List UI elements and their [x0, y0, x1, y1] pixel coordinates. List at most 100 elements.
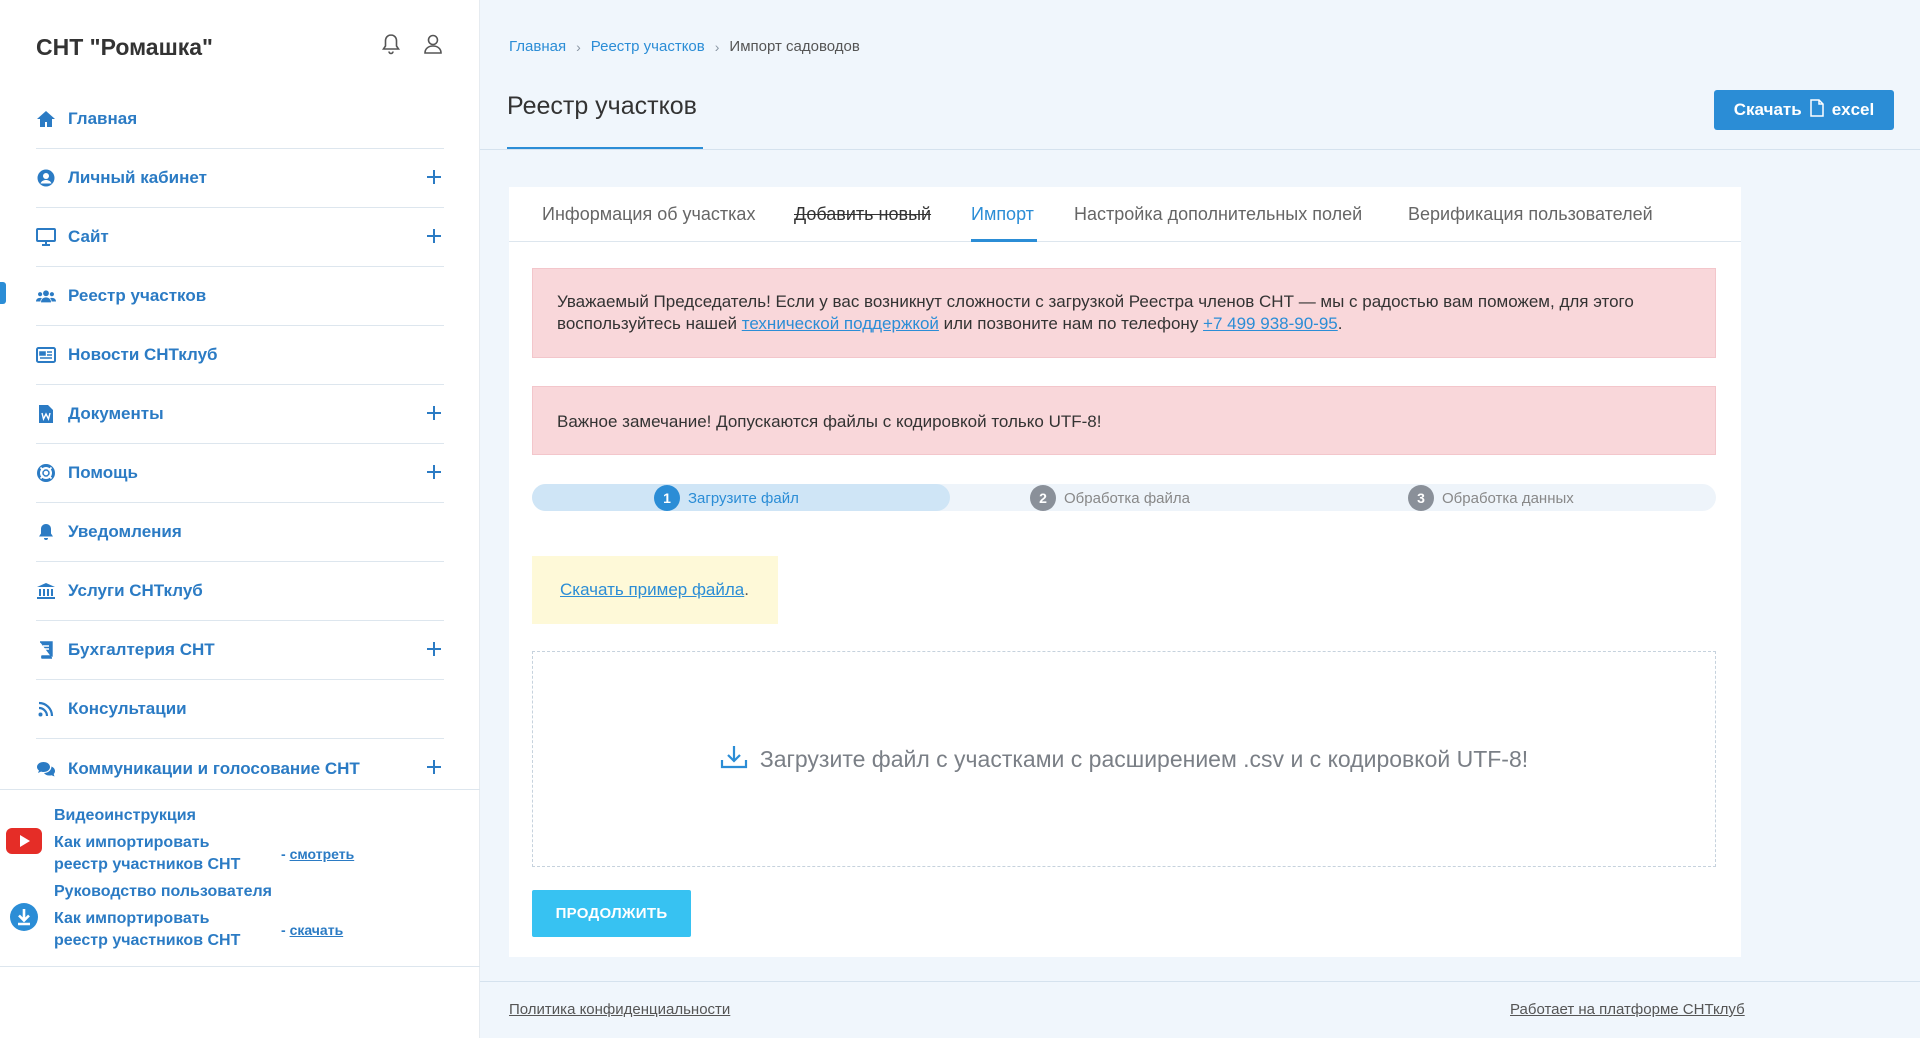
- link-prefix: -: [281, 846, 290, 862]
- footer-divider: [480, 981, 1920, 982]
- bank-icon: [36, 581, 56, 601]
- user-manual-title: Руководство пользователя: [54, 883, 272, 900]
- alert-text: Важное замечание! Допускаются файлы с ко…: [557, 412, 1102, 431]
- step-upload: 1 Загрузите файл: [654, 485, 799, 511]
- step-label: Обработка файла: [1064, 489, 1190, 507]
- upload-icon: [720, 744, 748, 775]
- sidebar-item-home[interactable]: Главная: [36, 90, 444, 149]
- manual-download-link-wrap: - скачать: [281, 922, 343, 938]
- tab-import[interactable]: Импорт: [971, 204, 1034, 225]
- users-icon: [36, 286, 56, 306]
- sidebar-divider: [0, 789, 480, 790]
- continue-button[interactable]: ПРОДОЛЖИТЬ: [532, 890, 691, 937]
- support-alert: Уважаемый Председатель! Если у вас возни…: [532, 268, 1716, 358]
- sidebar-item-label: Бухгалтерия СНТ: [68, 640, 215, 659]
- user-manual-subtitle: Как импортировать реестр участников СНТ: [54, 910, 241, 949]
- header-divider: [480, 149, 1920, 150]
- footer-privacy: Политика конфиденциальности: [509, 1001, 730, 1018]
- breadcrumb-current: Импорт садоводов: [729, 38, 860, 55]
- privacy-link[interactable]: Политика конфиденциальности: [509, 1001, 730, 1018]
- step-label: Обработка данных: [1442, 489, 1574, 507]
- sidebar-item-label: Помощь: [68, 463, 138, 482]
- download-circle-icon: [9, 902, 39, 937]
- download-sample-link[interactable]: Скачать пример файла: [560, 580, 744, 599]
- top-icons: [380, 32, 444, 56]
- alert-text: или позвоните нам по телефону: [938, 314, 1204, 333]
- comments-icon: [36, 759, 56, 779]
- breadcrumb: Главная › Реестр участков › Импорт садов…: [509, 38, 860, 55]
- brand-title: СНТ "Ромашка": [36, 34, 213, 60]
- sidebar-item-label: Уведомления: [68, 522, 182, 541]
- tab-user-verification[interactable]: Верификация пользователей: [1408, 204, 1653, 225]
- sidebar-item-label: Новости СНТклуб: [68, 345, 218, 364]
- platform-link[interactable]: Работает на платформе СНТклуб: [1510, 1001, 1745, 1018]
- home-icon: [36, 109, 56, 129]
- bell-icon: [36, 522, 56, 542]
- video-watch-link-wrap: - смотреть: [281, 846, 354, 862]
- sidebar-item-consultations[interactable]: Консультации: [36, 680, 444, 739]
- active-nav-marker: [0, 282, 6, 304]
- step-processing-data: 3 Обработка данных: [1408, 485, 1574, 511]
- alert-text: .: [1337, 314, 1343, 333]
- step-number: 2: [1030, 485, 1056, 511]
- youtube-icon: [6, 828, 42, 859]
- sidebar-item-account[interactable]: Личный кабинет: [36, 149, 444, 208]
- tab-add-new[interactable]: Добавить новый: [794, 204, 931, 225]
- sidebar-item-site[interactable]: Сайт: [36, 208, 444, 267]
- sidebar-item-notifications[interactable]: Уведомления: [36, 503, 444, 562]
- sidebar-item-help[interactable]: Помощь: [36, 444, 444, 503]
- step-label: Загрузите файл: [688, 489, 799, 507]
- import-steps: 1 Загрузите файл 2 Обработка файла 3 Обр…: [532, 484, 1716, 511]
- lifebuoy-icon: [36, 463, 56, 483]
- newspaper-icon: [36, 345, 56, 365]
- book-icon: [36, 640, 56, 660]
- download-link[interactable]: скачать: [290, 922, 344, 938]
- support-link[interactable]: технической поддержкой: [742, 314, 939, 333]
- plus-icon[interactable]: [424, 403, 444, 423]
- bell-icon[interactable]: [380, 32, 402, 56]
- chevron-right-icon: ›: [576, 38, 581, 55]
- monitor-icon: [36, 227, 56, 247]
- sidebar-item-label: Документы: [68, 404, 164, 423]
- breadcrumb-registry[interactable]: Реестр участков: [591, 38, 705, 55]
- sidebar-item-label: Главная: [68, 109, 138, 128]
- sample-suffix: .: [744, 580, 749, 599]
- chevron-right-icon: ›: [714, 38, 720, 55]
- tabs: Информация об участках Добавить новый Им…: [509, 187, 1741, 242]
- file-dropzone[interactable]: Загрузите файл с участками с расширением…: [532, 651, 1716, 867]
- file-icon: [1809, 98, 1824, 122]
- tab-plots-info[interactable]: Информация об участках: [542, 204, 755, 225]
- step-number: 3: [1408, 485, 1434, 511]
- download-button-suffix: excel: [1831, 100, 1875, 119]
- user-icon[interactable]: [422, 32, 444, 56]
- plus-icon[interactable]: [424, 167, 444, 187]
- breadcrumb-home[interactable]: Главная: [509, 38, 566, 55]
- sidebar-item-accounting[interactable]: Бухгалтерия СНТ: [36, 621, 444, 680]
- dropzone-text: Загрузите файл с участками с расширением…: [759, 745, 1529, 772]
- plus-icon[interactable]: [424, 757, 444, 777]
- footer-platform: Работает на платформе СНТклуб: [1510, 1001, 1745, 1018]
- sidebar-item-documents[interactable]: Документы: [36, 385, 444, 444]
- watch-link[interactable]: смотреть: [290, 846, 355, 862]
- sidebar-item-services[interactable]: Услуги СНТклуб: [36, 562, 444, 621]
- step-processing-file: 2 Обработка файла: [1030, 485, 1190, 511]
- link-prefix: -: [281, 922, 290, 938]
- download-excel-button[interactable]: Скачать excel: [1714, 90, 1894, 130]
- video-instruction-title: Видеоинструкция: [54, 807, 196, 824]
- sidebar-item-label: Личный кабинет: [68, 168, 207, 187]
- sidebar-divider: [0, 966, 480, 967]
- plus-icon[interactable]: [424, 639, 444, 659]
- sidebar-item-label: Реестр участков: [68, 286, 207, 305]
- sidebar: СНТ "Ромашка" Главная Личный кабинет Сай…: [0, 0, 480, 1038]
- sidebar-item-news[interactable]: Новости СНТклуб: [36, 326, 444, 385]
- user-circle-icon: [36, 168, 56, 188]
- phone-link[interactable]: +7 499 938-90-95: [1203, 314, 1338, 333]
- tab-extra-fields[interactable]: Настройка дополнительных полей: [1074, 204, 1362, 225]
- import-card: Информация об участках Добавить новый Им…: [509, 187, 1741, 957]
- word-document-icon: [36, 404, 56, 424]
- sample-file-box: Скачать пример файла.: [532, 556, 778, 624]
- plus-icon[interactable]: [424, 462, 444, 482]
- sidebar-item-registry[interactable]: Реестр участков: [36, 267, 444, 326]
- plus-icon[interactable]: [424, 226, 444, 246]
- download-button-label: Скачать: [1733, 100, 1802, 119]
